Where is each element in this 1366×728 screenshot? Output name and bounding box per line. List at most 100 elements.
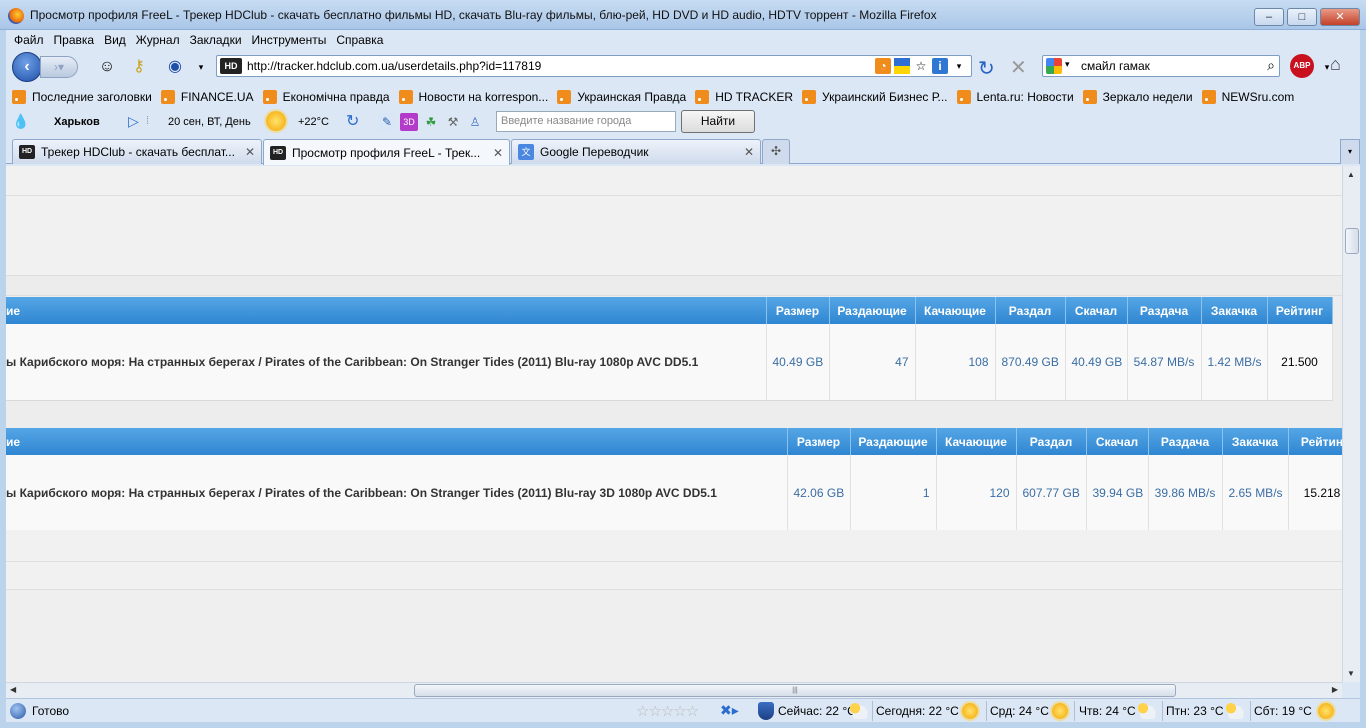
scroll-up-icon[interactable]: ▲ [1347, 170, 1355, 179]
play-icon[interactable]: ▷ [128, 113, 139, 130]
bookmark-item[interactable]: Украинская Правда [557, 90, 686, 104]
menu-file[interactable]: Файл [14, 33, 44, 47]
person-icon[interactable]: ♙ [466, 113, 484, 131]
column-header-downloaded[interactable]: Скачал [1065, 297, 1128, 324]
palm-tree-icon[interactable]: ☘ [422, 113, 440, 131]
bookmark-item[interactable]: Економічна правда [262, 90, 390, 104]
column-header-name[interactable]: ие [6, 428, 788, 455]
reload-icon[interactable]: ↻ [978, 56, 995, 81]
column-header-size[interactable]: Размер [787, 428, 851, 455]
search-icon[interactable]: ⌕ [1267, 57, 1275, 74]
tab-google-translate[interactable]: 文 Google Переводчик ✕ [511, 139, 761, 164]
column-header-rating[interactable]: Рейтинг [1267, 297, 1333, 324]
torrent-name-link[interactable]: ы Карибского моря: На странных берегах /… [6, 324, 767, 401]
weather-refresh-icon[interactable]: ↻ [346, 111, 359, 131]
column-header-download-speed[interactable]: Закачка [1201, 297, 1268, 324]
maximize-button[interactable]: □ [1287, 8, 1317, 26]
close-tab-icon[interactable]: ✕ [744, 145, 754, 159]
bookmark-item[interactable]: Последние заголовки [12, 90, 152, 104]
ukraine-flag-icon[interactable] [894, 58, 910, 74]
bookmark-item[interactable]: NEWSru.com [1201, 90, 1294, 104]
menu-view[interactable]: Вид [104, 33, 126, 47]
column-header-download-speed[interactable]: Закачка [1222, 428, 1289, 455]
search-engine-dropdown-icon[interactable]: ▾ [1065, 59, 1070, 70]
column-header-seeders[interactable]: Раздающие [829, 297, 916, 324]
find-city-button[interactable]: Найти [681, 110, 755, 133]
menu-tools[interactable]: Инструменты [252, 33, 327, 47]
scroll-left-icon[interactable]: ◀ [10, 685, 16, 694]
tab-hdclub-tracker[interactable]: HD Трекер HDClub - скачать бесплат... ✕ [12, 139, 262, 164]
weather-friday[interactable]: Птн: 23 °C [1166, 704, 1224, 718]
tab-list-dropdown-icon[interactable]: ▾ [1340, 139, 1360, 164]
scroll-right-icon[interactable]: ▶ [1332, 685, 1338, 694]
key-icon[interactable]: ⚷ [128, 56, 150, 78]
column-header-downloaded[interactable]: Скачал [1086, 428, 1149, 455]
city-search-input[interactable]: Введите название города [496, 111, 676, 132]
search-input[interactable]: смайл гамак [1081, 59, 1150, 73]
bookmark-item[interactable]: HD TRACKER [695, 90, 793, 104]
bookmark-item[interactable]: Новости на korrespon... [398, 90, 548, 104]
dropdown-arrow-icon[interactable]: ▾ [190, 56, 212, 78]
table-header-row: ие Размер Раздающие Качающие Раздал Скач… [6, 428, 1342, 455]
adblock-plus-icon[interactable]: ABP [1290, 54, 1314, 78]
url-dropdown-icon[interactable]: ▾ [951, 58, 967, 74]
column-header-name[interactable]: ие [6, 297, 767, 324]
close-window-button[interactable]: ✕ [1320, 8, 1360, 26]
weather-today[interactable]: Сегодня: 22 °C [876, 704, 959, 718]
bookmark-item[interactable]: Lenta.ru: Новости [956, 90, 1074, 104]
bookmark-item[interactable]: Зеркало недели [1082, 90, 1193, 104]
home-icon[interactable]: ⌂ [1330, 54, 1341, 75]
menu-bookmarks[interactable]: Закладки [190, 33, 242, 47]
addon-x-icon[interactable]: ✖▸ [720, 702, 739, 719]
horizontal-scrollbar[interactable]: ◀ ||| ▶ [6, 682, 1342, 698]
column-header-rating[interactable]: Рейтин [1288, 428, 1342, 455]
info-icon[interactable]: i [932, 58, 948, 74]
skype-icon[interactable]: ◉ [164, 56, 186, 78]
smiley-icon[interactable]: ☺ [96, 56, 118, 78]
bookmark-item[interactable]: FINANCE.UA [160, 90, 254, 104]
3d-icon[interactable]: 3D [400, 113, 418, 131]
search-box[interactable]: ▾ смайл гамак ⌕ [1042, 55, 1280, 77]
column-header-uploaded[interactable]: Раздал [995, 297, 1066, 324]
menu-edit[interactable]: Правка [54, 33, 95, 47]
shield-icon[interactable] [758, 702, 774, 720]
menu-history[interactable]: Журнал [136, 33, 180, 47]
rating-stars-icon[interactable]: ☆☆☆☆☆ [636, 702, 699, 720]
column-header-upload-speed[interactable]: Раздача [1127, 297, 1202, 324]
horizontal-scroll-thumb[interactable]: ||| [414, 684, 1176, 697]
torrent-name-link[interactable]: ы Карибского моря: На странных берегах /… [6, 455, 788, 532]
water-drop-icon[interactable]: 💧 [12, 113, 29, 130]
weather-city[interactable]: Харьков [54, 116, 100, 128]
weather-saturday[interactable]: Сбт: 19 °C [1254, 704, 1312, 718]
column-header-size[interactable]: Размер [766, 297, 830, 324]
stop-icon[interactable]: ✕ [1010, 55, 1027, 80]
weather-now[interactable]: Сейчас: 22 °C [778, 704, 856, 718]
skype-status-icon[interactable] [10, 703, 26, 719]
column-header-upload-speed[interactable]: Раздача [1148, 428, 1223, 455]
back-button[interactable]: ‹ [12, 52, 42, 82]
close-tab-icon[interactable]: ✕ [493, 146, 503, 160]
menu-help[interactable]: Справка [336, 33, 383, 47]
address-url[interactable]: http://tracker.hdclub.com.ua/userdetails… [247, 59, 541, 73]
google-icon[interactable] [1046, 58, 1062, 74]
vertical-scroll-thumb[interactable] [1345, 228, 1359, 254]
weather-wednesday[interactable]: Срд: 24 °C [990, 704, 1049, 718]
address-bar[interactable]: HD http://tracker.hdclub.com.ua/userdeta… [216, 55, 972, 77]
column-header-uploaded[interactable]: Раздал [1016, 428, 1087, 455]
close-tab-icon[interactable]: ✕ [245, 145, 255, 159]
tab-profile-freel[interactable]: HD Просмотр профиля FreeL - Трек... ✕ [263, 139, 510, 165]
forward-button[interactable]: ›▾ [40, 56, 78, 78]
column-header-leechers[interactable]: Качающие [936, 428, 1017, 455]
rss-feed-icon[interactable]: ◔ [875, 58, 891, 74]
weather-thursday[interactable]: Чтв: 24 °C [1079, 704, 1136, 718]
tools-icon[interactable]: ⚒ [444, 113, 462, 131]
minimize-button[interactable]: – [1254, 8, 1284, 26]
scroll-down-icon[interactable]: ▼ [1347, 669, 1355, 678]
new-tab-button[interactable]: ✣ [762, 139, 790, 164]
column-header-seeders[interactable]: Раздающие [850, 428, 937, 455]
notepad-icon[interactable]: ✎ [378, 113, 396, 131]
bookmark-star-icon[interactable]: ☆ [913, 58, 929, 74]
vertical-scrollbar[interactable]: ▲ ▼ [1342, 166, 1360, 682]
bookmark-item[interactable]: Украинский Бизнес Р... [802, 90, 948, 104]
column-header-leechers[interactable]: Качающие [915, 297, 996, 324]
